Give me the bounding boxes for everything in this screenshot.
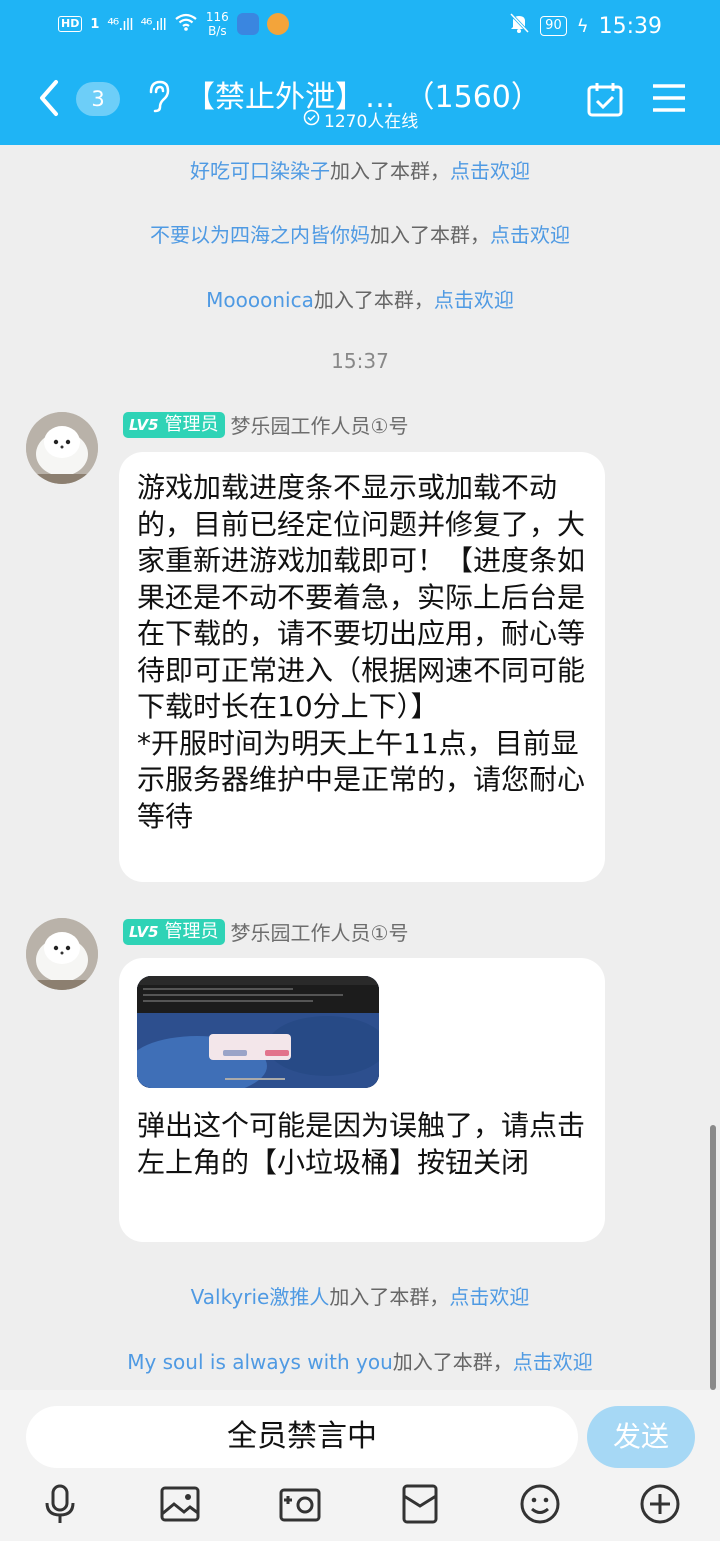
hd-indicator: HD xyxy=(58,16,83,32)
sender-name[interactable]: 梦乐园工作人员①号 xyxy=(231,917,409,946)
online-check-icon xyxy=(303,109,320,131)
avatar[interactable] xyxy=(26,918,98,990)
back-icon[interactable] xyxy=(32,78,66,118)
plus-icon[interactable] xyxy=(638,1482,682,1526)
notification-app-icon xyxy=(266,13,289,35)
welcome-link[interactable]: 点击欢迎 xyxy=(490,223,570,247)
avatar[interactable] xyxy=(26,412,98,484)
online-status[interactable]: 1270人在线 xyxy=(303,107,418,132)
role-label: 管理员 xyxy=(164,920,219,942)
ear-mode-icon[interactable] xyxy=(143,78,173,114)
mute-bell-icon xyxy=(508,12,530,40)
join-notice: 好吃可口染染子加入了本群，点击欢迎 xyxy=(0,155,720,184)
image-icon[interactable] xyxy=(158,1482,202,1526)
signal-icon-2: ⁴⁶.ıll xyxy=(140,14,167,34)
admin-badge: LV5 管理员 xyxy=(123,411,225,438)
join-member-name[interactable]: 不要以为四海之内皆你妈 xyxy=(150,223,370,247)
join-text: 加入了本群， xyxy=(313,288,434,312)
join-text: 加入了本群， xyxy=(329,1285,450,1309)
welcome-link[interactable]: 点击欢迎 xyxy=(434,288,514,312)
sim-indicator: 1 xyxy=(90,16,100,32)
join-text: 加入了本群， xyxy=(370,223,490,247)
role-label: 管理员 xyxy=(164,413,219,435)
input-bar: 全员禁言中 发送 xyxy=(0,1390,720,1541)
join-member-name[interactable]: My soul is always with you xyxy=(127,1350,393,1374)
welcome-link[interactable]: 点击欢迎 xyxy=(450,159,530,183)
admin-badge: LV5 管理员 xyxy=(123,918,225,945)
online-count: 1270人在线 xyxy=(324,112,419,132)
red-packet-icon[interactable] xyxy=(398,1482,442,1526)
chat-area[interactable]: 好吃可口染染子加入了本群，点击欢迎 不要以为四海之内皆你妈加入了本群，点击欢迎 … xyxy=(0,145,720,1390)
weather-app-icon xyxy=(236,13,259,35)
sender-name[interactable]: 梦乐园工作人员①号 xyxy=(231,410,409,439)
net-speed-unit: B/s xyxy=(208,24,227,38)
scrollbar[interactable] xyxy=(710,1125,716,1390)
screenshot-image[interactable] xyxy=(137,976,379,1088)
join-member-name[interactable]: Valkyrie激推人 xyxy=(191,1285,330,1309)
join-notice: Moooonica加入了本群，点击欢迎 xyxy=(0,284,720,313)
welcome-link[interactable]: 点击欢迎 xyxy=(449,1285,529,1309)
level-label: LV5 xyxy=(129,922,159,941)
level-label: LV5 xyxy=(129,415,159,434)
sender-line: LV5 管理员 梦乐园工作人员①号 xyxy=(123,410,408,439)
muted-input-field[interactable]: 全员禁言中 xyxy=(26,1406,578,1468)
join-member-name[interactable]: Moooonica xyxy=(206,288,314,312)
status-left: HD 1 ⁴⁶.ıll ⁴⁶.ıll 116 B/s xyxy=(58,10,289,38)
net-speed-value: 116 xyxy=(205,10,229,24)
status-bar: HD 1 ⁴⁶.ıll ⁴⁶.ıll 116 B/s 90 ϟ 15:39 xyxy=(0,0,720,55)
sender-line: LV5 管理员 梦乐园工作人员①号 xyxy=(123,917,408,946)
calendar-check-icon[interactable] xyxy=(586,80,624,118)
message-timestamp: 15:37 xyxy=(331,349,389,373)
microphone-icon[interactable] xyxy=(38,1482,82,1526)
message-bubble[interactable]: 弹出这个可能是因为误触了，请点击左上角的【小垃圾桶】按钮关闭 xyxy=(119,958,605,1242)
join-notice: My soul is always with you加入了本群，点击欢迎 xyxy=(0,1346,720,1375)
join-member-name[interactable]: 好吃可口染染子 xyxy=(190,159,330,183)
app-header: HD 1 ⁴⁶.ıll ⁴⁶.ıll 116 B/s 90 ϟ 15:39 3 … xyxy=(0,0,720,145)
message-text: 游戏加载进度条不显示或加载不动的，目前已经定位问题并修复了，大家重新进游戏加载即… xyxy=(137,471,586,833)
message-text: 弹出这个可能是因为误触了，请点击左上角的【小垃圾桶】按钮关闭 xyxy=(137,1109,586,1179)
clock: 15:39 xyxy=(598,13,662,39)
net-speed: 116 B/s xyxy=(206,10,229,38)
wifi-icon xyxy=(174,12,198,36)
join-text: 加入了本群， xyxy=(392,1350,513,1374)
battery-indicator: 90 xyxy=(540,16,567,36)
join-notice: Valkyrie激推人加入了本群，点击欢迎 xyxy=(0,1281,720,1310)
chat-nav-bar: 3 【禁止外泄】… （1560） 1270人在线 xyxy=(0,60,720,145)
join-text: 加入了本群， xyxy=(330,159,450,183)
menu-icon[interactable] xyxy=(651,82,687,114)
status-right: 90 ϟ 15:39 xyxy=(508,12,662,40)
unread-count-badge[interactable]: 3 xyxy=(76,82,120,116)
send-button[interactable]: 发送 xyxy=(587,1406,695,1468)
charging-icon: ϟ xyxy=(576,15,589,37)
camera-icon[interactable] xyxy=(278,1482,322,1526)
join-notice: 不要以为四海之内皆你妈加入了本群，点击欢迎 xyxy=(0,219,720,248)
welcome-link[interactable]: 点击欢迎 xyxy=(513,1350,593,1374)
emoji-icon[interactable] xyxy=(518,1482,562,1526)
message-bubble[interactable]: 游戏加载进度条不显示或加载不动的，目前已经定位问题并修复了，大家重新进游戏加载即… xyxy=(119,452,605,882)
signal-icon: ⁴⁶.ıll xyxy=(107,14,133,34)
